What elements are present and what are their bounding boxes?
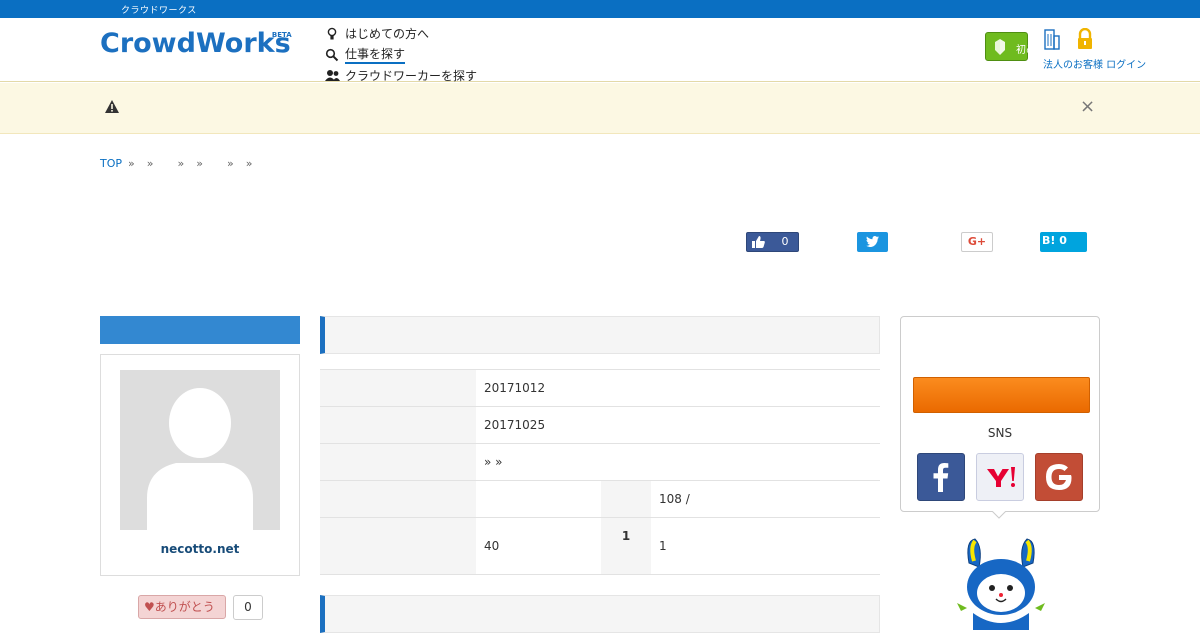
building-icon[interactable] (1043, 28, 1061, 50)
signup-button[interactable] (913, 377, 1090, 413)
breadcrumb: TOP » » » » » » (100, 157, 258, 170)
table-subheader-cell (601, 480, 651, 518)
table-row: 108 / (320, 480, 880, 518)
nav-item-beginners[interactable]: はじめての方へ (325, 23, 477, 44)
beginner-button[interactable]: 初めての方 (985, 32, 1066, 61)
logo-beta: BETA (271, 31, 292, 39)
twitter-icon (866, 236, 879, 247)
table-header-cell (320, 369, 476, 407)
breadcrumb-separator: » (196, 157, 203, 170)
breadcrumb-separator: » (245, 157, 253, 170)
lightbulb-icon (325, 27, 339, 41)
main-nav: はじめての方へ 仕事を探す クラウドワーカーを探す (325, 23, 477, 86)
alert-banner: × (0, 83, 1200, 134)
table-cell: » » (476, 443, 880, 481)
yahoo-icon (987, 467, 1015, 487)
table-cell: 108 / (651, 480, 880, 518)
users-icon (325, 69, 340, 83)
table-cell: 1 (651, 517, 880, 575)
mascot-rabbit-image (957, 538, 1045, 630)
nav-label-find-workers: クラウドワーカーを探す (345, 69, 478, 83)
breadcrumb-separator: » (226, 157, 234, 170)
header: CrowdWorks BETA はじめての方へ 仕事を探す クラウドワーカーを探… (0, 18, 1200, 83)
nav-label-find-jobs: 仕事を探す (345, 45, 406, 64)
thanks-count: 0 (233, 595, 263, 620)
job-details-table: 20171012 20171025 » » 108 / 40 1 1 (320, 369, 880, 575)
top-bar: クラウドワークス (0, 0, 1200, 18)
avatar[interactable] (120, 370, 280, 530)
section-header-description (320, 595, 880, 633)
header-links[interactable]: 法人のお客様 ログイン (1043, 56, 1146, 71)
nav-label-beginners: はじめての方へ (345, 27, 430, 41)
table-row: 20171025 (320, 406, 880, 444)
table-cell: 20171012 (476, 369, 880, 407)
nav-item-find-jobs[interactable]: 仕事を探す (325, 44, 477, 65)
breadcrumb-separator: » (146, 157, 154, 170)
facebook-like-count: 0 (781, 235, 789, 248)
google-icon (1046, 464, 1072, 490)
table-subheader-cell: 1 (601, 517, 651, 575)
logo-text: CrowdWorks (100, 28, 291, 59)
warning-icon (105, 100, 119, 113)
table-row: 40 1 1 (320, 517, 880, 575)
profile-name[interactable]: necotto.net (101, 542, 299, 556)
table-cell: 40 (476, 517, 601, 575)
table-header-cell (320, 406, 476, 444)
login-box: SNS (900, 316, 1100, 512)
speech-tail (992, 511, 1006, 519)
facebook-login-button[interactable] (917, 453, 965, 501)
sns-label: SNS (987, 426, 1013, 440)
breadcrumb-separator: » (128, 157, 135, 170)
hatena-bookmark-button[interactable]: B! 0 (1040, 232, 1087, 252)
section-header-details (320, 316, 880, 354)
table-header-cell (320, 517, 476, 575)
top-bar-text: クラウドワークス (121, 6, 197, 16)
crowdworks-logo[interactable]: CrowdWorks BETA (100, 28, 292, 59)
breadcrumb-separator: » (177, 157, 185, 170)
google-plus-button[interactable]: G+ (961, 232, 993, 252)
search-icon (325, 48, 339, 62)
table-cell (476, 480, 601, 518)
thumbs-up-icon (752, 236, 765, 248)
close-icon[interactable]: × (1080, 98, 1095, 116)
table-header-cell (320, 443, 476, 481)
avatar-placeholder-icon (147, 388, 253, 530)
profile-card: necotto.net (100, 354, 300, 576)
beginner-leaf-icon (995, 39, 1005, 55)
sidebar-header (100, 316, 300, 344)
table-header-cell (320, 480, 476, 518)
breadcrumb-top[interactable]: TOP (100, 157, 122, 170)
thanks-button[interactable]: ♥ありがとう (138, 595, 226, 619)
facebook-like-button[interactable]: 0 (746, 232, 799, 252)
table-row: » » (320, 443, 880, 481)
yahoo-login-button[interactable] (976, 453, 1024, 501)
google-login-button[interactable] (1035, 453, 1083, 501)
lock-icon[interactable] (1075, 28, 1095, 50)
twitter-share-button[interactable] (857, 232, 888, 252)
facebook-icon (933, 463, 949, 492)
table-row: 20171012 (320, 369, 880, 407)
table-cell: 20171025 (476, 406, 880, 444)
